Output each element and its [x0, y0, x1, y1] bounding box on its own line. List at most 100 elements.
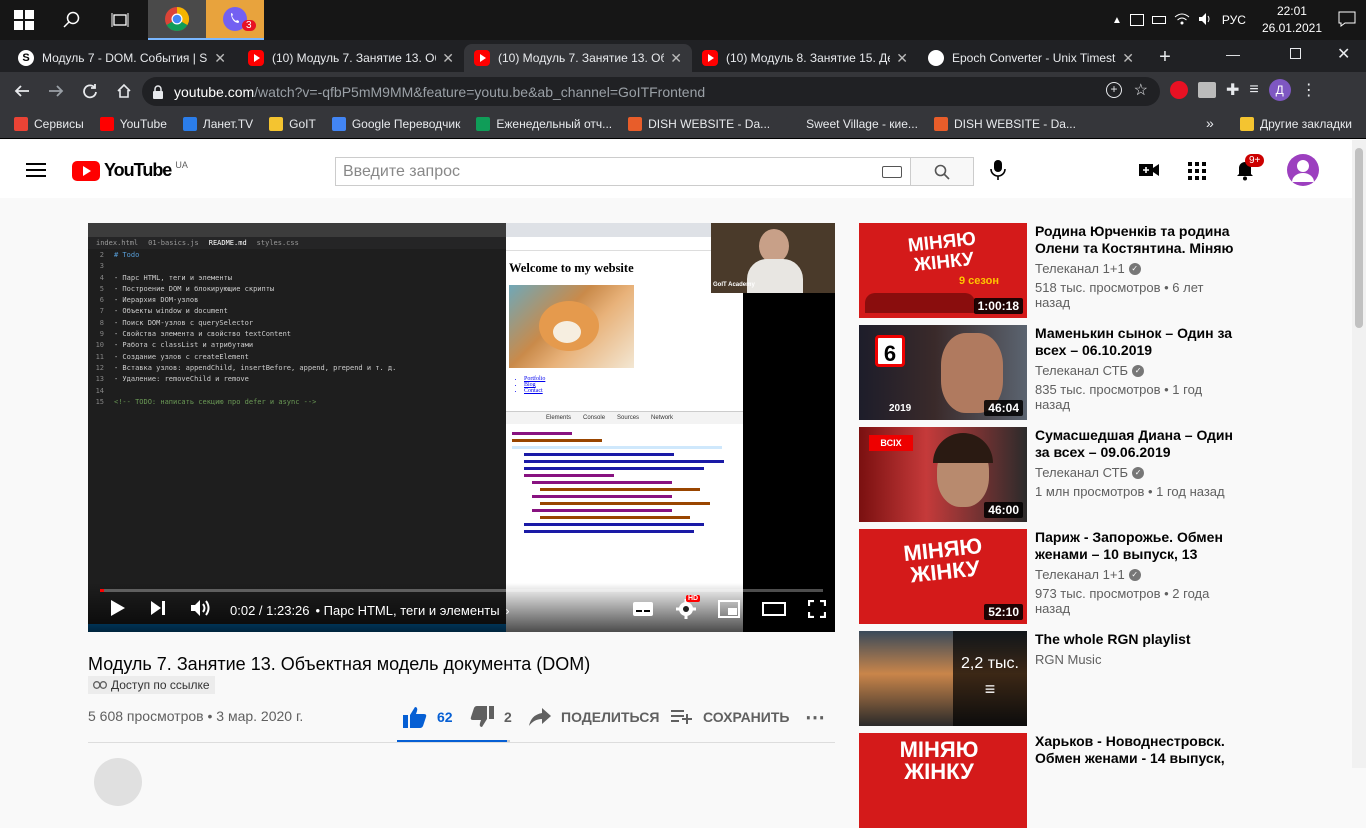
guide-menu-button[interactable]: [26, 162, 46, 183]
close-tab-icon[interactable]: ✕: [896, 50, 908, 67]
recommendation-item[interactable]: 2,2 тыс. ≡ The whole RGN playlist RGN Mu…: [859, 631, 1239, 726]
video-thumbnail[interactable]: МІНЯЮ ЖІНКУ 9 сезон 1:00:18: [859, 223, 1027, 318]
playlist-thumbnail[interactable]: 2,2 тыс. ≡: [859, 631, 1027, 726]
browser-tab[interactable]: (10) Модуль 7. Занятие 13. Об ✕: [238, 44, 464, 72]
minimize-button[interactable]: —: [1226, 46, 1240, 62]
bookmark-item[interactable]: YouTube: [92, 117, 175, 131]
close-tab-icon[interactable]: ✕: [214, 50, 226, 67]
bookmark-item[interactable]: Сервисы: [6, 117, 92, 131]
extensions-puzzle-icon[interactable]: ✚: [1226, 80, 1239, 100]
search-button[interactable]: [48, 0, 96, 40]
tray-app-icon[interactable]: [1129, 14, 1144, 26]
apps-button[interactable]: [1188, 162, 1206, 185]
menu-dots-icon[interactable]: ⋮: [1301, 80, 1317, 100]
browser-tab[interactable]: S Модуль 7 - DOM. События | S ✕: [8, 44, 236, 72]
browser-tab[interactable]: (10) Модуль 8. Занятие 15. Де ✕: [692, 44, 918, 72]
next-button[interactable]: [150, 600, 166, 621]
media-controls-icon[interactable]: ≡: [1249, 81, 1258, 99]
create-video-button[interactable]: [1139, 163, 1159, 182]
notifications-button[interactable]: 9+: [1236, 154, 1265, 186]
profile-avatar[interactable]: Д: [1268, 79, 1291, 101]
subtitles-button[interactable]: [632, 601, 654, 622]
restore-button[interactable]: [1290, 48, 1301, 59]
video-thumbnail[interactable]: МІНЯЮ ЖІНКУ 52:10: [859, 529, 1027, 624]
back-button[interactable]: [6, 75, 38, 107]
channel-name[interactable]: Телеканал 1+1: [1035, 261, 1125, 276]
notifications-icon[interactable]: [1338, 11, 1356, 30]
search-button[interactable]: [910, 157, 974, 186]
recommendation-item[interactable]: ВСІХ 46:00 Сумасшедшая Диана – Один за в…: [859, 427, 1239, 522]
search-input[interactable]: Введите запрос: [335, 157, 910, 186]
miniplayer-button[interactable]: [718, 599, 740, 623]
bookmark-item[interactable]: Google Переводчик: [324, 117, 469, 131]
recommendation-item[interactable]: МІНЯЮ ЖІНКУ Харьков - Новоднестровск. Об…: [859, 733, 1239, 828]
bookmark-item[interactable]: Еженедельный отч...: [468, 117, 620, 131]
channel-name[interactable]: Телеканал СТБ: [1035, 363, 1128, 378]
channel-name[interactable]: Телеканал 1+1: [1035, 567, 1125, 582]
channel-name[interactable]: Телеканал СТБ: [1035, 465, 1128, 480]
wifi-icon[interactable]: [1174, 12, 1190, 29]
close-tab-icon[interactable]: ✕: [1122, 50, 1134, 67]
volume-icon[interactable]: [1198, 12, 1214, 29]
volume-button[interactable]: [190, 599, 212, 622]
channel-name[interactable]: RGN Music: [1035, 652, 1101, 667]
share-button[interactable]: ПОДЕЛИТЬСЯ: [529, 704, 659, 730]
video-title[interactable]: Париж - Запорожье. Обмен женами – 10 вып…: [1035, 529, 1239, 563]
chapter-chevron-icon[interactable]: ›: [506, 604, 510, 618]
taskbar-chrome[interactable]: [148, 0, 206, 40]
extension-printer-icon[interactable]: [1198, 82, 1216, 98]
taskbar-viber[interactable]: 3: [206, 0, 264, 40]
page-scrollbar[interactable]: [1352, 140, 1366, 768]
home-button[interactable]: [108, 75, 140, 107]
account-avatar[interactable]: [1287, 154, 1319, 186]
reload-button[interactable]: [74, 75, 106, 107]
video-player[interactable]: index.html 01-basics.js README.md styles.cs…: [88, 223, 835, 632]
extension-adblock-icon[interactable]: [1170, 81, 1188, 99]
tray-battery-icon[interactable]: [1151, 16, 1166, 24]
close-window-button[interactable]: ✕: [1337, 44, 1350, 64]
video-title[interactable]: Маменькин сынок – Один за всех – 06.10.2…: [1035, 325, 1239, 359]
task-view-button[interactable]: [96, 0, 144, 40]
bookmark-item[interactable]: DISH WEBSITE - Da...: [926, 117, 1084, 131]
tray-overflow-icon[interactable]: ▲: [1112, 15, 1122, 26]
bookmark-item[interactable]: DISH WEBSITE - Da...: [620, 117, 778, 131]
bookmark-item[interactable]: GoIT: [261, 117, 324, 131]
video-thumbnail[interactable]: МІНЯЮ ЖІНКУ: [859, 733, 1027, 828]
save-button[interactable]: СОХРАНИТЬ: [671, 704, 789, 730]
video-title[interactable]: Родина Юрченків та родина Олени та Костя…: [1035, 223, 1239, 257]
like-button[interactable]: 62: [403, 704, 453, 730]
address-bar[interactable]: youtube.com/watch?v=-qfbP5mM9MM&feature=…: [142, 77, 1160, 106]
play-button[interactable]: [110, 599, 126, 622]
language-indicator[interactable]: РУС: [1222, 13, 1246, 27]
forward-button[interactable]: [40, 75, 72, 107]
bookmark-item[interactable]: Ланет.TV: [175, 117, 261, 131]
clock[interactable]: 22:01 26.01.2021: [1254, 3, 1330, 37]
recommendation-item[interactable]: 6 2019 46:04 Маменькин сынок – Один за в…: [859, 325, 1239, 420]
close-tab-icon[interactable]: ✕: [442, 50, 454, 67]
scrollbar-thumb[interactable]: [1355, 148, 1363, 328]
theater-mode-button[interactable]: [762, 601, 786, 622]
playlist-title[interactable]: The whole RGN playlist: [1035, 631, 1239, 648]
youtube-logo[interactable]: YouTube UA: [72, 160, 188, 181]
bookmark-item[interactable]: Sweet Village - кие...: [778, 117, 926, 131]
channel-avatar[interactable]: [94, 758, 142, 806]
progress-bar[interactable]: [100, 589, 823, 592]
video-title[interactable]: Сумасшедшая Диана – Один за всех – 09.06…: [1035, 427, 1239, 461]
chapter-title[interactable]: • Парс HTML, теги и элементы: [316, 603, 500, 618]
recommendation-item[interactable]: МІНЯЮ ЖІНКУ 9 сезон 1:00:18 Родина Юрчен…: [859, 223, 1239, 318]
more-actions-button[interactable]: ⋯: [805, 704, 825, 730]
new-tab-button[interactable]: +: [1152, 44, 1178, 70]
browser-tab-active[interactable]: (10) Модуль 7. Занятие 13. Об ✕: [464, 44, 692, 72]
settings-button[interactable]: HD: [676, 594, 701, 624]
voice-search-button[interactable]: [990, 159, 1006, 186]
keyboard-icon[interactable]: [882, 165, 902, 178]
bookmarks-more-button[interactable]: »: [1206, 115, 1214, 131]
fullscreen-button[interactable]: [807, 599, 827, 623]
add-icon[interactable]: +: [1106, 82, 1122, 98]
bookmark-star-icon[interactable]: ☆: [1134, 80, 1148, 100]
other-bookmarks[interactable]: Другие закладки: [1232, 110, 1360, 138]
browser-tab[interactable]: Epoch Converter - Unix Timest ✕: [918, 44, 1144, 72]
recommendation-item[interactable]: МІНЯЮ ЖІНКУ 52:10 Париж - Запорожье. Обм…: [859, 529, 1239, 624]
video-title[interactable]: Харьков - Новоднестровск. Обмен женами -…: [1035, 733, 1239, 767]
start-button[interactable]: [0, 0, 48, 40]
